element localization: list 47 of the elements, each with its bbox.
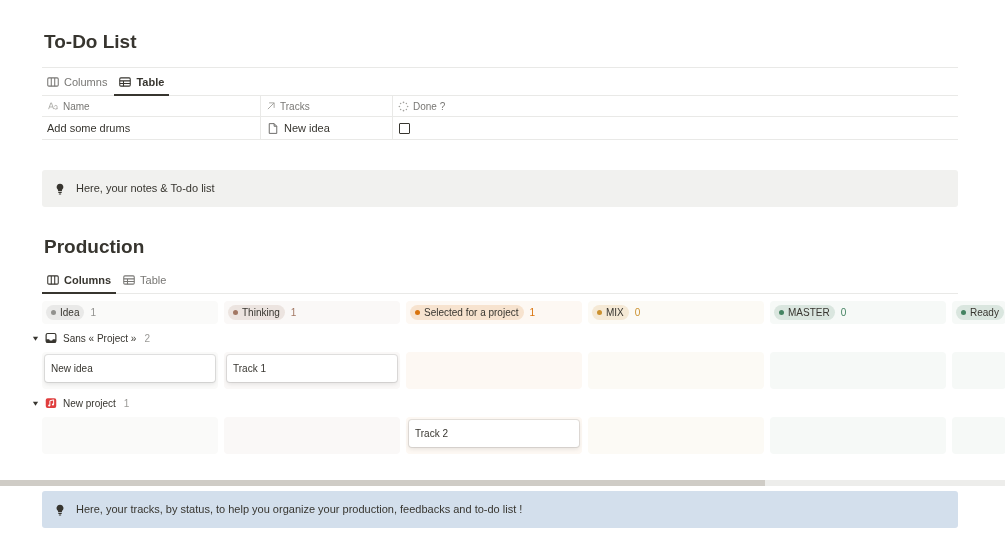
page-title: To-Do List	[42, 28, 137, 68]
count-label: 1	[123, 396, 130, 411]
group-title[interactable]: Sans « Project »	[63, 330, 137, 346]
scrollbar[interactable]	[0, 480, 1005, 486]
column-header[interactable]: Name	[63, 98, 90, 114]
count-label: 1	[290, 306, 297, 320]
section-title: Production	[43, 235, 146, 259]
count-label: 1	[90, 306, 97, 320]
table-icon	[119, 75, 132, 88]
music-icon	[45, 397, 57, 409]
count-label: 1	[529, 306, 536, 320]
lightbulb-icon	[54, 181, 66, 196]
view-tab[interactable]: Columns	[42, 73, 113, 96]
count-label: 0	[840, 306, 847, 320]
callout-text: Here, your tracks, by status, to help you organize your production, feedbacks and to-do list !	[76, 502, 523, 518]
triangle-icon[interactable]	[32, 399, 39, 407]
status-tag: Selected for a project	[410, 305, 524, 320]
table-cell-text: Add some drums	[47, 120, 131, 136]
lightbulb-icon	[54, 502, 66, 517]
view-tab[interactable]: Columns	[42, 271, 117, 294]
triangle-icon[interactable]	[32, 334, 39, 342]
status-tag: Idea	[46, 305, 85, 320]
tray-icon	[45, 332, 57, 344]
status-tag: MIX	[592, 305, 629, 320]
text-type-icon	[47, 101, 59, 111]
count-label: 0	[634, 306, 641, 320]
status-tag: Ready	[956, 305, 1004, 320]
columns-icon	[47, 273, 59, 286]
columns-icon	[47, 75, 59, 88]
card[interactable]: New idea	[45, 355, 215, 382]
column-header[interactable]: Tracks	[280, 98, 310, 114]
relation-link[interactable]: New idea	[284, 119, 330, 137]
count-label: 2	[144, 331, 150, 346]
callout-text: Here, your notes & To-do list	[76, 181, 215, 197]
group-title[interactable]: New project	[63, 395, 116, 411]
status-icon	[398, 100, 409, 112]
arrow-icon	[266, 101, 276, 111]
status-tag: Thinking	[228, 305, 285, 320]
table-icon	[123, 273, 136, 286]
card[interactable]: Track 1	[227, 355, 397, 382]
checkbox[interactable]	[399, 122, 410, 134]
card[interactable]: Track 2	[409, 420, 579, 447]
view-tab[interactable]: Table	[118, 271, 172, 294]
column-header[interactable]: Done ?	[413, 98, 446, 114]
status-tag: MASTER	[774, 305, 835, 320]
page-icon	[267, 121, 279, 135]
view-tab[interactable]: Table	[114, 73, 170, 96]
